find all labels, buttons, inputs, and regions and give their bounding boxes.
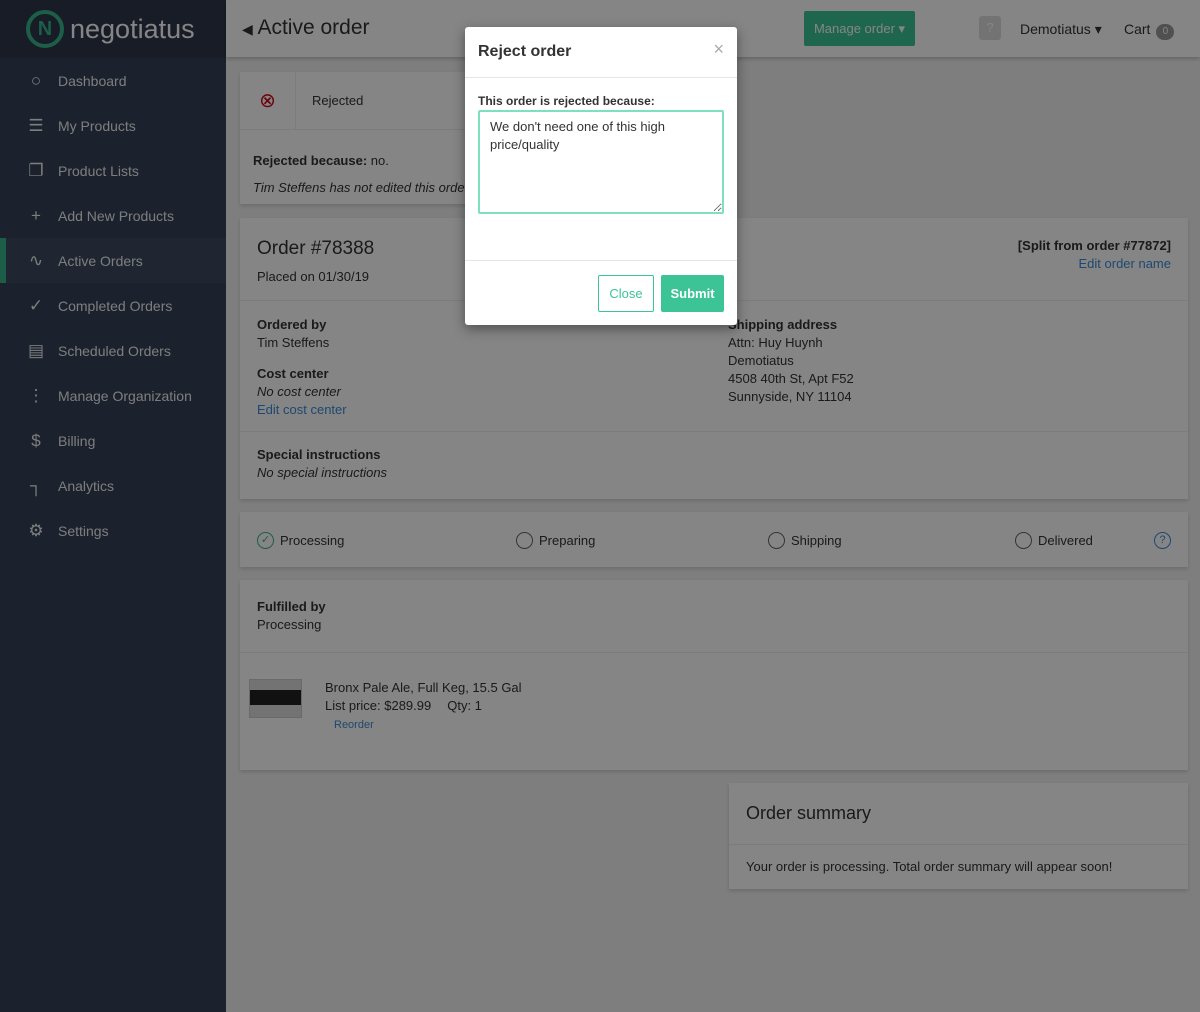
reject-order-modal: Reject order × This order is rejected be… [465,27,737,325]
reason-textarea[interactable] [478,110,724,214]
close-icon[interactable]: × [713,39,724,60]
close-button[interactable]: Close [598,275,654,312]
modal-title: Reject order [478,43,572,60]
submit-button[interactable]: Submit [661,275,724,312]
reason-field-label: This order is rejected because: [478,94,655,108]
